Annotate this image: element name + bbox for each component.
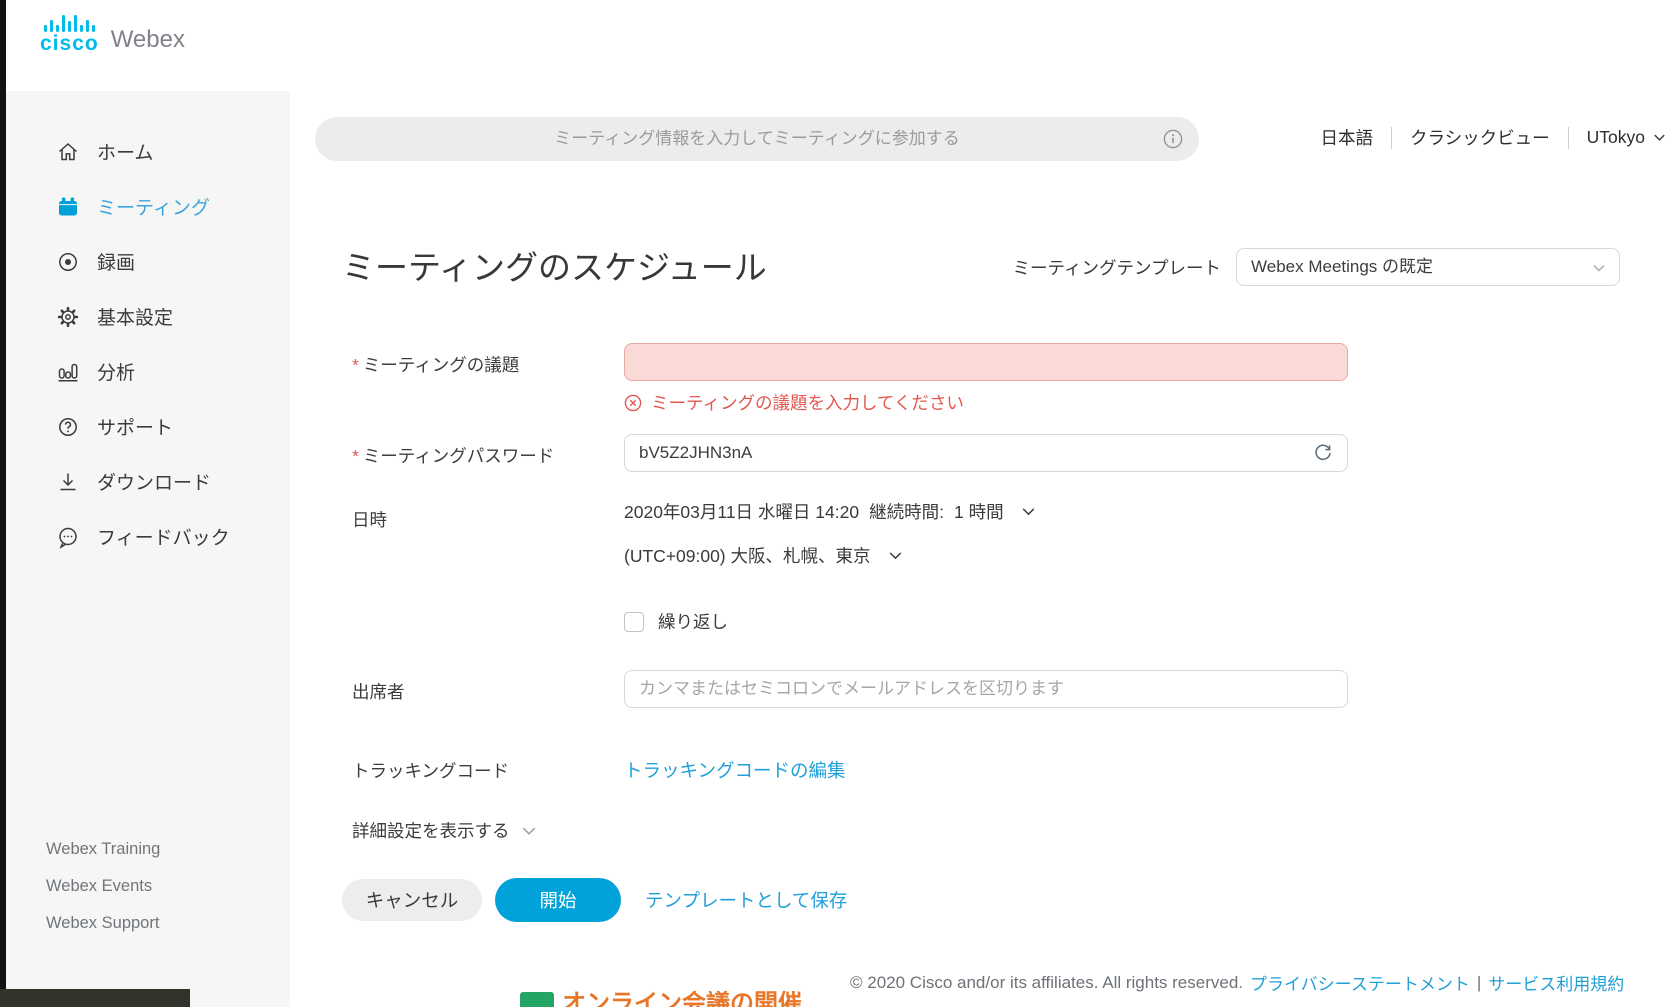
duration-value: 1 時間 <box>954 499 1004 524</box>
template-label: ミーティングテンプレート <box>1013 255 1221 280</box>
sidebar-item-recordings[interactable]: 録画 <box>0 234 290 289</box>
sidebar-item-label: ミーティング <box>97 193 210 220</box>
sidebar: ホーム ミーティング 録画 <box>0 91 290 1007</box>
sidebar-item-label: ダウンロード <box>97 468 211 495</box>
sidebar-item-label: ホーム <box>97 138 153 165</box>
action-buttons: キャンセル 開始 テンプレートとして保存 <box>342 878 847 922</box>
password-input[interactable] <box>624 434 1348 472</box>
chevron-down-icon <box>887 547 904 564</box>
datetime-selector[interactable]: 2020年03月11日 水曜日 14:20 継続時間: 1 時間 <box>624 499 1037 524</box>
window-left-edge <box>0 0 6 1007</box>
duration-label: 継続時間: <box>869 499 944 524</box>
recurrence-label: 繰り返し <box>658 609 728 634</box>
recurrence-row: 繰り返し <box>624 609 728 634</box>
required-marker: * <box>352 446 359 466</box>
gear-icon <box>56 305 80 329</box>
attendees-input[interactable] <box>624 670 1348 708</box>
header-links: 日本語 クラシックビュー UTokyo <box>1320 125 1667 150</box>
page-title: ミーティングのスケジュール <box>342 241 767 289</box>
required-marker: * <box>352 355 359 375</box>
search-input[interactable] <box>315 117 1199 161</box>
bar-chart-icon <box>56 360 80 384</box>
main-content: 日本語 クラシックビュー UTokyo ミーティングのスケジュール ミーティング… <box>290 91 1675 1007</box>
download-icon <box>56 470 80 494</box>
app-icon-fragment <box>520 992 554 1007</box>
info-icon[interactable] <box>1163 129 1183 149</box>
background-window-title: オンライン会議の開催 <box>562 991 802 1007</box>
footer-separator: | <box>1477 973 1481 993</box>
sidebar-item-label: 録画 <box>97 248 135 275</box>
sidebar-item-label: 基本設定 <box>97 303 173 330</box>
save-as-template-link[interactable]: テンプレートとして保存 <box>645 887 847 913</box>
user-name: UTokyo <box>1587 127 1645 148</box>
page-footer: © 2020 Cisco and/or its affiliates. All … <box>850 970 1624 995</box>
home-icon <box>56 140 80 164</box>
join-meeting-search[interactable] <box>315 117 1199 161</box>
classic-view-link[interactable]: クラシックビュー <box>1410 125 1550 150</box>
help-icon <box>56 415 80 439</box>
top-bar: cisco Webex <box>0 0 1675 91</box>
cisco-wordmark: cisco <box>40 35 99 53</box>
tracking-label: トラッキングコード <box>352 758 509 783</box>
copyright-text: © 2020 Cisco and/or its affiliates. All … <box>850 973 1243 993</box>
topic-error: ミーティングの議題を入力してください <box>624 390 964 415</box>
chevron-down-icon <box>1020 503 1037 520</box>
timezone-value: (UTC+09:00) 大阪、札幌、東京 <box>624 543 871 568</box>
show-advanced-settings-toggle[interactable]: 詳細設定を表示する <box>352 818 538 843</box>
topic-error-text: ミーティングの議題を入力してください <box>651 390 964 415</box>
link-webex-training[interactable]: Webex Training <box>46 831 160 868</box>
start-button[interactable]: 開始 <box>495 878 621 922</box>
topic-label: *ミーティングの議題 <box>352 352 519 377</box>
chevron-down-icon <box>520 822 538 840</box>
meeting-template-row: ミーティングテンプレート Webex Meetings の既定 <box>1013 248 1620 286</box>
chevron-down-icon <box>1591 260 1607 276</box>
feedback-icon <box>56 525 80 549</box>
background-window-fragment: オンライン会議の開催 <box>562 991 802 1007</box>
sidebar-item-label: フィードバック <box>97 523 230 550</box>
sidebar-item-insights[interactable]: 分析 <box>0 344 290 399</box>
header-divider <box>1391 127 1392 149</box>
sidebar-item-label: サポート <box>97 413 173 440</box>
terms-of-service-link[interactable]: サービス利用規約 <box>1488 970 1624 995</box>
template-selected-value: Webex Meetings の既定 <box>1251 257 1433 276</box>
password-label: *ミーティングパスワード <box>352 443 554 468</box>
link-webex-events[interactable]: Webex Events <box>46 868 160 905</box>
edit-tracking-code-link[interactable]: トラッキングコードの編集 <box>624 757 845 783</box>
sidebar-item-label: 分析 <box>97 358 135 385</box>
sidebar-footer-links: Webex Training Webex Events Webex Suppor… <box>46 831 160 942</box>
sidebar-item-support[interactable]: サポート <box>0 399 290 454</box>
chevron-down-icon <box>1652 130 1667 145</box>
datetime-value: 2020年03月11日 水曜日 14:20 <box>624 499 859 524</box>
record-icon <box>56 250 80 274</box>
header-divider <box>1568 127 1569 149</box>
sidebar-nav: ホーム ミーティング 録画 <box>0 124 290 564</box>
link-webex-support[interactable]: Webex Support <box>46 905 160 942</box>
recurrence-checkbox[interactable] <box>624 612 644 632</box>
advanced-toggle-label: 詳細設定を表示する <box>352 818 510 843</box>
calendar-icon <box>56 195 80 219</box>
error-icon <box>624 394 642 412</box>
cancel-button[interactable]: キャンセル <box>342 879 482 921</box>
cisco-logo: cisco <box>40 13 99 53</box>
template-dropdown[interactable]: Webex Meetings の既定 <box>1236 248 1620 286</box>
timezone-selector[interactable]: (UTC+09:00) 大阪、札幌、東京 <box>624 543 904 568</box>
user-menu[interactable]: UTokyo <box>1587 127 1667 148</box>
sidebar-item-meetings[interactable]: ミーティング <box>0 179 290 234</box>
privacy-statement-link[interactable]: プライバシーステートメント <box>1250 970 1470 995</box>
topic-input[interactable] <box>624 343 1348 381</box>
sidebar-item-preferences[interactable]: 基本設定 <box>0 289 290 344</box>
webex-logo: cisco Webex <box>40 13 185 53</box>
password-field-wrap <box>624 434 1348 472</box>
taskbar-fragment <box>0 989 190 1007</box>
sidebar-item-home[interactable]: ホーム <box>0 124 290 179</box>
language-selector[interactable]: 日本語 <box>1320 125 1373 150</box>
webex-wordmark: Webex <box>111 27 185 53</box>
attendees-label: 出席者 <box>352 679 405 704</box>
sidebar-item-downloads[interactable]: ダウンロード <box>0 454 290 509</box>
datetime-label: 日時 <box>352 507 387 532</box>
sidebar-item-feedback[interactable]: フィードバック <box>0 509 290 564</box>
regenerate-password-icon[interactable] <box>1312 442 1334 464</box>
